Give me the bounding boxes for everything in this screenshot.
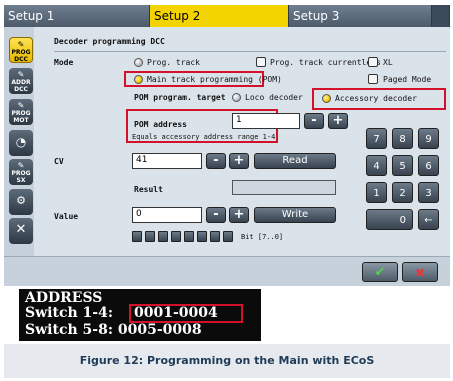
display-line-2-label: Switch 1-4: bbox=[25, 305, 118, 321]
footer-bar: ✔ ✖ bbox=[4, 256, 450, 286]
cv-plus-button[interactable]: + bbox=[229, 153, 249, 169]
keypad-key-3[interactable]: 3 bbox=[418, 182, 439, 203]
sidebar-item-label: PROG DCC bbox=[11, 49, 31, 63]
bit-toggle[interactable] bbox=[184, 231, 194, 242]
bit-toggle[interactable] bbox=[223, 231, 233, 242]
keypad-key-0[interactable]: 0 bbox=[366, 209, 413, 230]
main-track-programming-label: Main track programming (POM) bbox=[147, 75, 282, 84]
prog-track-radio[interactable] bbox=[134, 58, 143, 67]
sidebar: ✎ PROG DCC ✎ ADDR DCC ✎ PROG MOT ◔ ✎ PRO… bbox=[4, 27, 34, 256]
keypad-backspace-key[interactable]: ← bbox=[418, 209, 439, 230]
xl-label: XL bbox=[383, 58, 393, 67]
cv-input[interactable]: 41 bbox=[132, 153, 202, 169]
sidebar-item-label: ADDR DCC bbox=[11, 79, 31, 93]
result-display bbox=[232, 180, 336, 195]
programming-form: Decoder programming DCC Mode Prog. track… bbox=[36, 27, 450, 256]
keypad-key-4[interactable]: 4 bbox=[366, 155, 387, 176]
sidebar-item-tools[interactable]: ✕ bbox=[9, 218, 33, 244]
prog-track-currentless-checkbox[interactable] bbox=[256, 57, 266, 67]
sidebar-item-addr-dcc[interactable]: ✎ ADDR DCC bbox=[9, 68, 33, 94]
display-line-3: Switch 5-8: 0005-0008 bbox=[25, 322, 202, 338]
pom-address-label: POM address bbox=[134, 120, 187, 129]
prog-track-currentless-label: Prog. track currentless bbox=[270, 58, 381, 67]
pom-address-note: Equals accessory address range 1-4 bbox=[132, 133, 276, 141]
decoder-reset-icon: ⚙ bbox=[16, 194, 26, 207]
sidebar-item-label: PROG SX bbox=[11, 170, 31, 184]
cancel-button[interactable]: ✖ bbox=[402, 262, 438, 282]
value-plus-button[interactable]: + bbox=[229, 207, 249, 223]
close-icon: ✖ bbox=[414, 266, 426, 280]
read-button[interactable]: Read bbox=[254, 153, 336, 169]
display-line-1: ADDRESS bbox=[25, 290, 103, 306]
ok-button[interactable]: ✔ bbox=[362, 262, 398, 282]
keypad-key-2[interactable]: 2 bbox=[392, 182, 413, 203]
pom-target-label: POM program. target bbox=[134, 93, 226, 102]
loco-decoder-radio[interactable] bbox=[232, 93, 241, 102]
bit-toggle[interactable] bbox=[132, 231, 142, 242]
paged-mode-label: Paged Mode bbox=[383, 75, 432, 84]
address-display: ADDRESS Switch 1-4: 0001-0004 Switch 5-8… bbox=[19, 289, 261, 341]
value-label: Value bbox=[54, 212, 79, 221]
mode-label: Mode bbox=[54, 58, 74, 67]
pom-address-minus-button[interactable]: - bbox=[304, 113, 324, 129]
keypad-key-5[interactable]: 5 bbox=[392, 155, 413, 176]
tools-icon: ✕ bbox=[15, 222, 27, 237]
sidebar-item-decoder[interactable]: ⚙ bbox=[9, 189, 33, 215]
bit-toggle[interactable] bbox=[145, 231, 155, 242]
wrench-icon: ✎ bbox=[17, 70, 25, 79]
accessory-decoder-radio[interactable] bbox=[322, 94, 331, 103]
tab-setup-2[interactable]: Setup 2 bbox=[150, 5, 289, 27]
cv-minus-button[interactable]: - bbox=[206, 153, 226, 169]
divider bbox=[54, 51, 446, 52]
write-button[interactable]: Write bbox=[254, 207, 336, 223]
form-title: Decoder programming DCC bbox=[54, 37, 165, 46]
keypad-key-1[interactable]: 1 bbox=[366, 182, 387, 203]
wrench-icon: ✎ bbox=[17, 101, 25, 110]
keypad-key-8[interactable]: 8 bbox=[392, 128, 413, 149]
figure-caption: Figure 12: Programming on the Main with … bbox=[4, 344, 450, 378]
wrench-icon: ✎ bbox=[17, 161, 25, 170]
prog-track-label: Prog. track bbox=[147, 58, 200, 67]
bit-toggle[interactable] bbox=[197, 231, 207, 242]
keypad-key-9[interactable]: 9 bbox=[418, 128, 439, 149]
keypad-key-6[interactable]: 6 bbox=[418, 155, 439, 176]
sidebar-item-prog-mot[interactable]: ✎ PROG MOT bbox=[9, 99, 33, 125]
sidebar-item-prog-sx[interactable]: ✎ PROG SX bbox=[9, 159, 33, 185]
pom-address-plus-button[interactable]: + bbox=[328, 113, 348, 129]
value-input[interactable]: 0 bbox=[132, 207, 202, 223]
bit-label: Bit [7..0] bbox=[241, 233, 284, 241]
accessory-decoder-label: Accessory decoder bbox=[335, 94, 417, 103]
sidebar-item-label: PROG MOT bbox=[11, 110, 31, 124]
bit-toggle[interactable] bbox=[171, 231, 181, 242]
result-label: Result bbox=[134, 185, 163, 194]
sidebar-item-prog-dcc[interactable]: ✎ PROG DCC bbox=[9, 37, 33, 63]
gauge-icon: ◔ bbox=[15, 135, 27, 149]
value-minus-button[interactable]: - bbox=[206, 207, 226, 223]
xl-checkbox[interactable] bbox=[368, 57, 378, 67]
bit-toggle[interactable] bbox=[210, 231, 220, 242]
wrench-icon: ✎ bbox=[17, 40, 25, 49]
bit-toggle[interactable] bbox=[158, 231, 168, 242]
loco-decoder-label: Loco decoder bbox=[245, 93, 303, 102]
checkmark-icon: ✔ bbox=[374, 265, 386, 280]
cv-label: CV bbox=[54, 157, 64, 166]
tab-setup-1[interactable]: Setup 1 bbox=[4, 5, 150, 27]
sidebar-item-gauge[interactable]: ◔ bbox=[9, 130, 33, 156]
keypad-key-7[interactable]: 7 bbox=[366, 128, 387, 149]
display-line-2-value: 0001-0004 bbox=[134, 305, 218, 321]
tab-bar: Setup 1 Setup 2 Setup 3 bbox=[4, 5, 450, 27]
paged-mode-checkbox[interactable] bbox=[368, 74, 378, 84]
tab-setup-3[interactable]: Setup 3 bbox=[289, 5, 432, 27]
pom-address-input[interactable]: 1 bbox=[232, 113, 300, 129]
main-track-programming-radio[interactable] bbox=[134, 75, 143, 84]
tab-bar-end bbox=[432, 5, 450, 27]
